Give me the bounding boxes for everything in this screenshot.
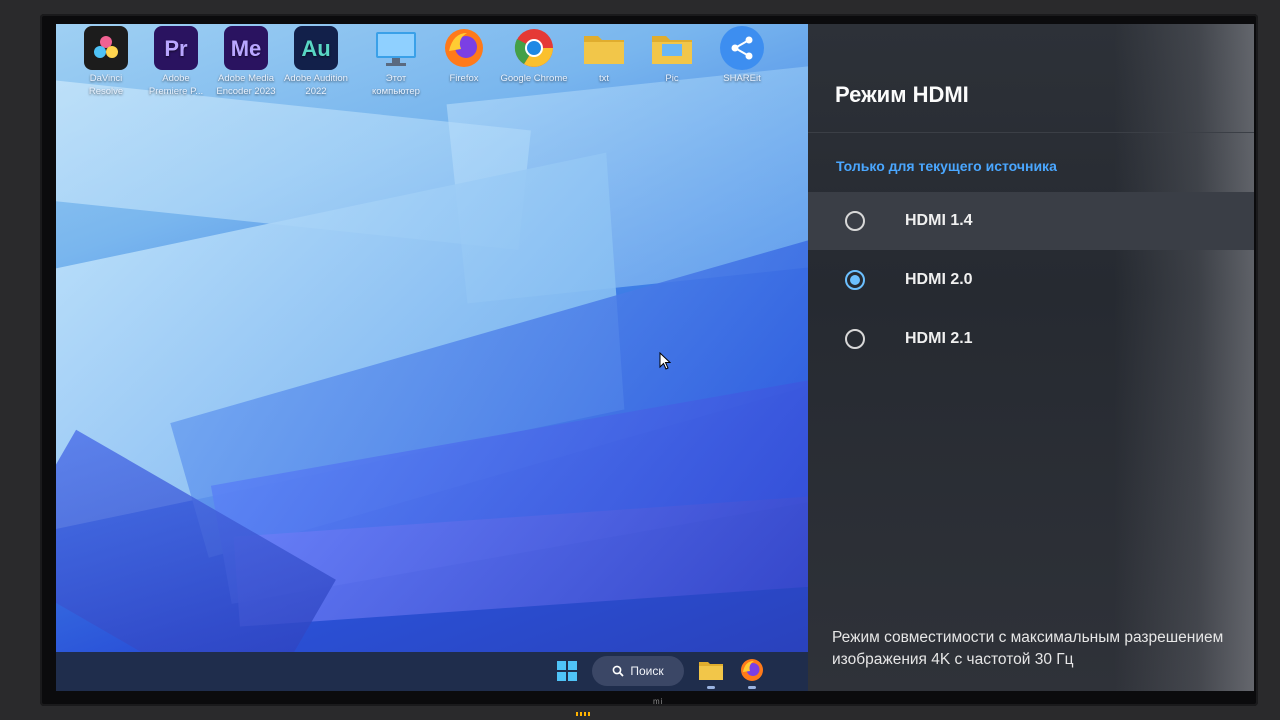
option-hdmi-1-4[interactable]: HDMI 1.4 (808, 192, 1254, 250)
file-explorer-running-indicator (707, 686, 715, 689)
this-pc-icon (374, 26, 418, 70)
taskbar-firefox-icon[interactable] (740, 658, 764, 682)
desktop-icon-premiere[interactable]: Pr Adobe Premiere P... (142, 26, 210, 98)
search-icon (612, 665, 624, 677)
desktop-icon-shareit[interactable]: SHAREit (708, 26, 776, 85)
firefox-icon (442, 26, 486, 70)
desktop-icon-chrome[interactable]: Google Chrome (500, 26, 568, 85)
desktop-icon-audition[interactable]: Au Adobe Audition 2022 (282, 26, 350, 98)
folder-icon (582, 26, 626, 70)
media-encoder-icon: Me (224, 26, 268, 70)
option-hdmi-2-1[interactable]: HDMI 2.1 (808, 310, 1254, 368)
panel-title: Режим HDMI (835, 82, 969, 107)
radio-unchecked-icon (845, 211, 865, 231)
desktop-icon-folder-pic[interactable]: Pic (638, 26, 706, 85)
radio-checked-icon (845, 270, 865, 290)
taskbar: Поиск (56, 652, 808, 691)
firefox-running-indicator (748, 686, 756, 689)
tv-logo: mi (653, 697, 664, 706)
davinci-resolve-icon (84, 26, 128, 70)
panel-subtitle: Только для текущего источника (836, 158, 1057, 174)
divider (808, 132, 1254, 133)
windows-start-icon[interactable] (556, 660, 578, 682)
audition-icon: Au (294, 26, 338, 70)
mouse-cursor-icon (659, 352, 671, 370)
desktop-icon-firefox[interactable]: Firefox (430, 26, 498, 85)
option-hdmi-2-0[interactable]: HDMI 2.0 (808, 251, 1254, 309)
chrome-icon (512, 26, 556, 70)
option-label: HDMI 1.4 (905, 212, 973, 229)
desktop-icon-this-pc[interactable]: Этот компьютер (362, 26, 430, 98)
desktop-icon-media-encoder[interactable]: Me Adobe Media Encoder 2023 (212, 26, 280, 98)
windows-desktop: DaVinci Resolve Pr Adobe Premiere P... M… (56, 24, 808, 691)
shareit-icon (720, 26, 764, 70)
desktop-icon-davinci-resolve[interactable]: DaVinci Resolve (72, 26, 140, 98)
folder-icon (650, 26, 694, 70)
taskbar-search-button[interactable]: Поиск (592, 656, 684, 686)
taskbar-search-label: Поиск (630, 664, 664, 678)
option-label: HDMI 2.0 (905, 271, 973, 288)
tv-power-led (576, 712, 592, 716)
desktop-icon-folder-txt[interactable]: txt (570, 26, 638, 85)
file-explorer-icon[interactable] (698, 659, 724, 681)
option-label: HDMI 2.1 (905, 330, 973, 347)
hdmi-mode-panel: Режим HDMI Только для текущего источника… (808, 24, 1254, 691)
tv-screen: DaVinci Resolve Pr Adobe Premiere P... M… (56, 24, 1254, 691)
option-description: Режим совместимости с максимальным разре… (832, 629, 1224, 668)
radio-unchecked-icon (845, 329, 865, 349)
premiere-icon: Pr (154, 26, 198, 70)
